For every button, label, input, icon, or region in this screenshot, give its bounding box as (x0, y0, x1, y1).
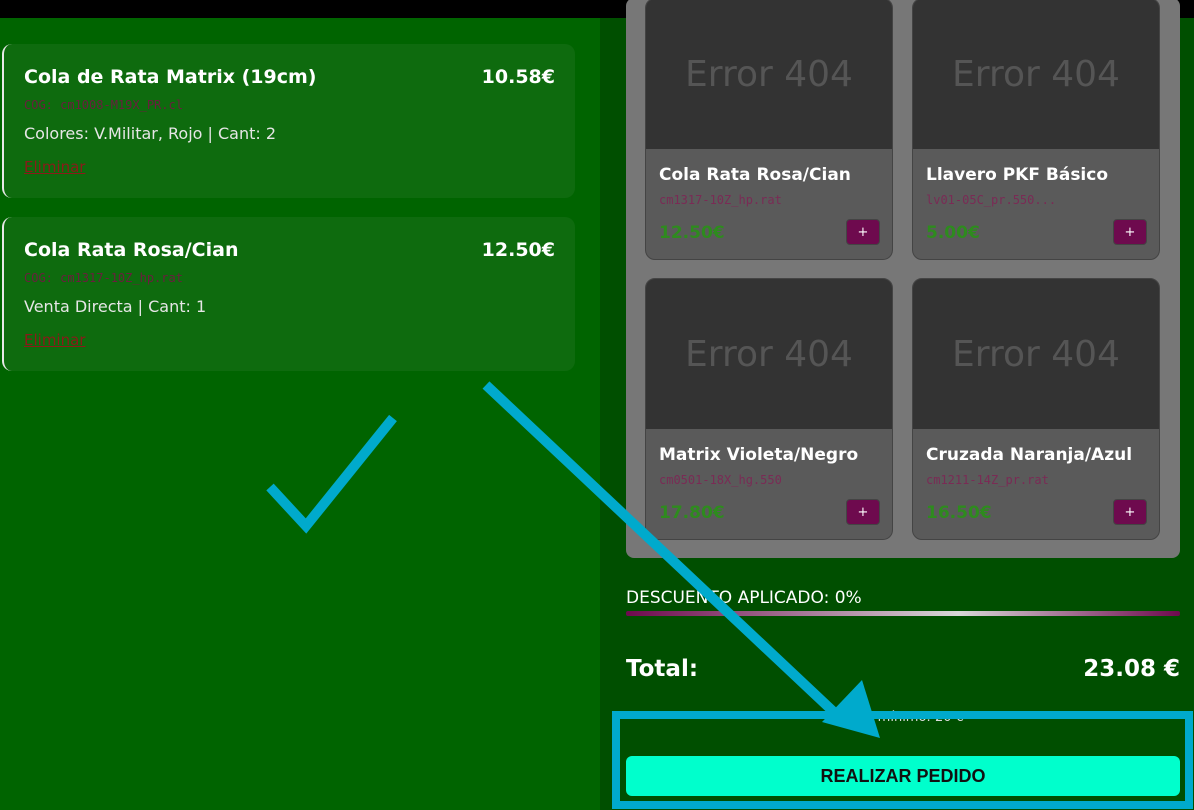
product-card: Error 404 Cola Rata Rosa/Cian cm1317-10Z… (645, 0, 893, 260)
product-name: Matrix Violeta/Negro (659, 445, 859, 465)
add-to-cart-button[interactable]: + (846, 219, 880, 245)
discount-text: DESCUENTO APLICADO: 0% (626, 588, 862, 608)
cart-panel: Cola de Rata Matrix (19cm) 10.58€ COG: c… (0, 18, 600, 810)
product-card: Error 404 Cruzada Naranja/Azul cm1211-14… (912, 278, 1160, 540)
total-value: 23.08 € (1083, 656, 1180, 682)
product-code: cm1211-14Z_pr.rat (926, 473, 1049, 487)
product-code: cm0501-18X_hg.550 (659, 473, 782, 487)
summary-panel: Error 404 Cola Rata Rosa/Cian cm1317-10Z… (600, 0, 1194, 810)
remove-link[interactable]: Eliminar (24, 331, 85, 349)
minimum-order-note: Pedido mínimo: 20 € (830, 710, 964, 725)
remove-link[interactable]: Eliminar (24, 158, 85, 176)
cart-item-name: Cola de Rata Matrix (19cm) (24, 66, 317, 88)
cart-item-cog: COG: cm1008-M19X_PR.cl (24, 98, 183, 112)
add-to-cart-button[interactable]: + (1113, 219, 1147, 245)
place-order-button[interactable]: REALIZAR PEDIDO (626, 756, 1180, 796)
cart-item: Cola Rata Rosa/Cian 12.50€ COG: cm1317-1… (2, 217, 575, 371)
product-name: Cola Rata Rosa/Cian (659, 165, 851, 185)
product-image: Error 404 (646, 0, 892, 149)
product-price: 5.00€ (926, 223, 980, 243)
product-image: Error 404 (913, 0, 1159, 149)
product-image: Error 404 (646, 279, 892, 429)
cart-item-cog: COG: cm1317-10Z_hp.rat (24, 271, 183, 285)
cart-item-name: Cola Rata Rosa/Cian (24, 239, 239, 261)
product-code: lv01-05C_pr.550... (926, 193, 1057, 207)
add-to-cart-button[interactable]: + (1113, 499, 1147, 525)
cart-item: Cola de Rata Matrix (19cm) 10.58€ COG: c… (2, 44, 575, 198)
product-grid: Error 404 Cola Rata Rosa/Cian cm1317-10Z… (626, 0, 1180, 558)
cart-item-price: 12.50€ (481, 239, 555, 261)
discount-divider (626, 611, 1180, 616)
cart-item-price: 10.58€ (481, 66, 555, 88)
product-price: 12.50€ (659, 223, 725, 243)
product-code: cm1317-10Z_hp.rat (659, 193, 782, 207)
product-image: Error 404 (913, 279, 1159, 429)
product-card: Error 404 Llavero PKF Básico lv01-05C_pr… (912, 0, 1160, 260)
product-name: Cruzada Naranja/Azul (926, 445, 1133, 465)
product-price: 17.80€ (659, 503, 725, 523)
cart-item-meta: Venta Directa | Cant: 1 (24, 297, 207, 316)
product-name: Llavero PKF Básico (926, 165, 1109, 185)
cart-item-meta: Colores: V.Militar, Rojo | Cant: 2 (24, 124, 277, 143)
product-price: 16.50€ (926, 503, 992, 523)
product-card: Error 404 Matrix Violeta/Negro cm0501-18… (645, 278, 893, 540)
total-label: Total: (626, 656, 699, 682)
add-to-cart-button[interactable]: + (846, 499, 880, 525)
